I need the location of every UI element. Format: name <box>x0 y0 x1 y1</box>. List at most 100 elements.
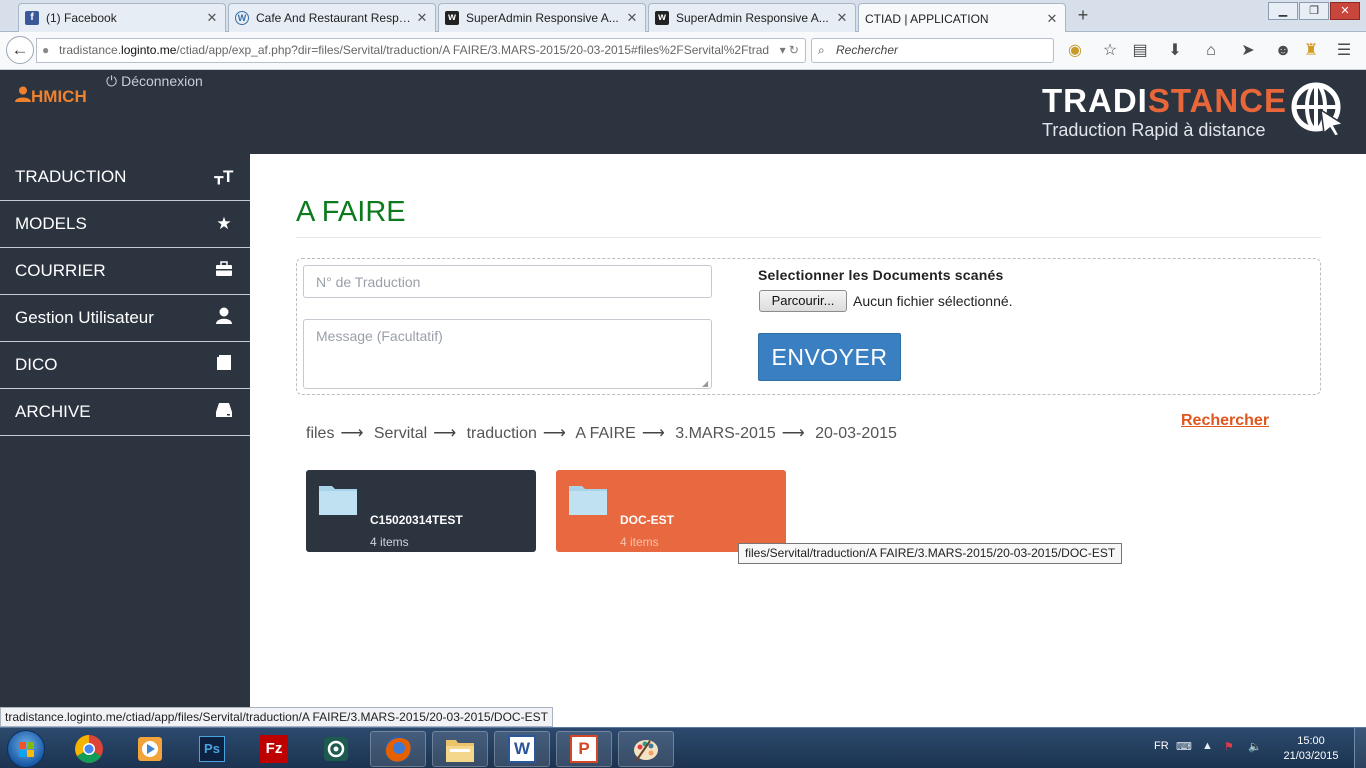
breadcrumb-item[interactable]: A FAIRE <box>575 425 635 442</box>
facebook-icon: f <box>25 11 39 25</box>
action-center-flag-icon[interactable]: ⚑ <box>1224 740 1234 753</box>
text-height-icon: ᚁT <box>214 167 234 186</box>
url-domain: loginto.me <box>121 43 177 57</box>
powerpoint-icon[interactable]: P <box>556 731 612 767</box>
browse-file-button[interactable]: Parcourir... <box>759 290 847 312</box>
logo-accent: STANCE <box>1147 82 1288 119</box>
user-icon <box>15 86 31 107</box>
restore-icon[interactable]: ❐ <box>1299 2 1329 20</box>
send-button[interactable]: ENVOYER <box>758 333 901 381</box>
explorer-icon[interactable] <box>432 731 488 767</box>
logout-link[interactable]: ⏻ Déconnexion <box>106 73 203 90</box>
chat-icon[interactable]: ☻ <box>1272 40 1294 62</box>
folder-card[interactable]: C15020314TEST 4 items <box>306 470 536 552</box>
close-tab-icon[interactable]: ✕ <box>835 10 849 26</box>
wordpress-icon: W <box>235 11 249 25</box>
browser-tab-bar: f (1) Facebook ✕ W Cafe And Restaurant R… <box>0 0 1366 33</box>
sidebar-item-models[interactable]: MODELS ★ <box>0 201 250 248</box>
extension-icon[interactable]: ♜ <box>1300 40 1322 62</box>
browser-tab-ctiad[interactable]: CTIAD | APPLICATION ✕ <box>858 3 1066 33</box>
translation-number-input[interactable] <box>303 265 712 298</box>
user-menu[interactable]: HMICH <box>15 86 87 107</box>
hdd-icon <box>213 402 235 423</box>
sidebar-item-archive[interactable]: ARCHIVE <box>0 389 250 436</box>
message-textarea[interactable] <box>303 319 712 389</box>
back-arrow-icon[interactable]: ← <box>6 36 34 64</box>
app-icon[interactable] <box>308 731 364 767</box>
download-icon[interactable]: ⬇ <box>1164 40 1186 62</box>
close-tab-icon[interactable]: ✕ <box>625 10 639 26</box>
breadcrumb-item[interactable]: Servital <box>374 425 427 442</box>
word-icon[interactable]: W <box>494 731 550 767</box>
w-app-icon: w <box>655 11 669 25</box>
sidebar: TRADUCTION ᚁT MODELS ★ COURRIER Gestion … <box>0 154 250 724</box>
tab-title: SuperAdmin Responsive A... <box>466 11 619 25</box>
sidebar-item-label: Gestion Utilisateur <box>15 308 154 327</box>
filezilla-label: Fz <box>260 735 288 763</box>
power-icon: ⏻ <box>106 73 118 89</box>
upload-form: ◢ Selectionner les Documents scanés Parc… <box>296 258 1321 395</box>
briefcase-icon <box>213 260 235 282</box>
close-tab-icon[interactable]: ✕ <box>205 10 219 26</box>
breadcrumb-item[interactable]: files <box>306 425 334 442</box>
media-player-icon[interactable] <box>122 731 178 767</box>
addon-icon[interactable]: ◉ <box>1064 40 1086 62</box>
search-link[interactable]: Rechercher <box>1181 412 1269 430</box>
tab-title: CTIAD | APPLICATION <box>865 11 989 26</box>
close-tab-icon[interactable]: ✕ <box>415 10 429 26</box>
firefox-icon[interactable] <box>370 731 426 767</box>
reload-icon[interactable]: ▾ ↻ <box>780 39 799 62</box>
filezilla-icon[interactable]: Fz <box>246 731 302 767</box>
breadcrumb-item[interactable]: 20-03-2015 <box>815 425 897 442</box>
tradistance-logo: TRADISTANCE Traduction Rapid à distance <box>1042 84 1287 141</box>
close-window-icon[interactable]: ✕ <box>1330 2 1360 20</box>
star-icon: ★ <box>216 214 232 233</box>
sidebar-item-gestion-utilisateur[interactable]: Gestion Utilisateur <box>0 295 250 342</box>
browser-tab-superadmin-2[interactable]: w SuperAdmin Responsive A... ✕ <box>648 3 856 32</box>
home-icon[interactable]: ⌂ <box>1200 40 1222 62</box>
resize-grip-icon[interactable]: ◢ <box>702 379 708 388</box>
start-button[interactable] <box>7 730 45 768</box>
show-desktop-button[interactable] <box>1354 728 1366 768</box>
browser-tab-cafe[interactable]: W Cafe And Restaurant Respo... ✕ <box>228 3 436 32</box>
title-divider <box>296 237 1321 238</box>
breadcrumb-separator: ⟶ <box>641 425 665 442</box>
browser-search-placeholder: Rechercher <box>836 43 899 57</box>
photoshop-icon[interactable]: Ps <box>184 731 240 767</box>
username: HMICH <box>31 87 87 106</box>
breadcrumb-separator: ⟶ <box>433 425 457 442</box>
browser-tab-superadmin-1[interactable]: w SuperAdmin Responsive A... ✕ <box>438 3 646 32</box>
browser-search-field[interactable]: ⌕ Rechercher <box>811 38 1054 63</box>
language-indicator[interactable]: FR <box>1154 740 1169 752</box>
sidebar-item-traduction[interactable]: TRADUCTION ᚁT <box>0 154 250 201</box>
logout-label: Déconnexion <box>121 73 203 89</box>
new-tab-icon[interactable]: + <box>1072 5 1094 26</box>
close-tab-icon[interactable]: ✕ <box>1045 11 1059 27</box>
chrome-icon[interactable] <box>61 731 117 767</box>
paint-icon[interactable] <box>618 731 674 767</box>
clock-time: 15:00 <box>1297 735 1325 747</box>
sidebar-item-courrier[interactable]: COURRIER <box>0 248 250 295</box>
folder-card[interactable]: DOC-EST 4 items <box>556 470 786 552</box>
word-label: W <box>508 735 536 763</box>
send-icon[interactable]: ➤ <box>1237 40 1259 62</box>
file-status-text: Aucun fichier sélectionné. <box>853 293 1013 309</box>
reading-list-icon[interactable]: ▤ <box>1129 40 1151 62</box>
breadcrumb-item[interactable]: 3.MARS-2015 <box>675 425 776 442</box>
url-prefix: tradistance. <box>59 43 122 57</box>
menu-icon[interactable]: ☰ <box>1333 40 1355 62</box>
show-hidden-icons-icon[interactable]: ▲ <box>1202 740 1213 752</box>
system-clock[interactable]: 15:00 21/03/2015 <box>1278 734 1344 764</box>
browser-tab-facebook[interactable]: f (1) Facebook ✕ <box>18 3 226 32</box>
windows-taskbar: Ps Fz W P FR ⌨ ▲ ⚑ 🔈 15:00 21/03/2015 <box>0 727 1366 768</box>
volume-icon[interactable]: 🔈 <box>1248 740 1262 753</box>
bookmark-star-icon[interactable]: ☆ <box>1099 40 1121 62</box>
windows-logo-icon <box>19 742 34 757</box>
sidebar-item-dico[interactable]: DICO <box>0 342 250 389</box>
minimize-icon[interactable]: ▁ <box>1268 2 1298 20</box>
search-icon: ⌕ <box>818 43 825 57</box>
globe-cursor-logo-icon <box>1291 82 1345 136</box>
keyboard-icon[interactable]: ⌨ <box>1176 740 1192 753</box>
address-bar[interactable]: ● tradistance.loginto.me/ctiad/app/exp_a… <box>36 38 806 63</box>
breadcrumb-item[interactable]: traduction <box>467 425 537 442</box>
